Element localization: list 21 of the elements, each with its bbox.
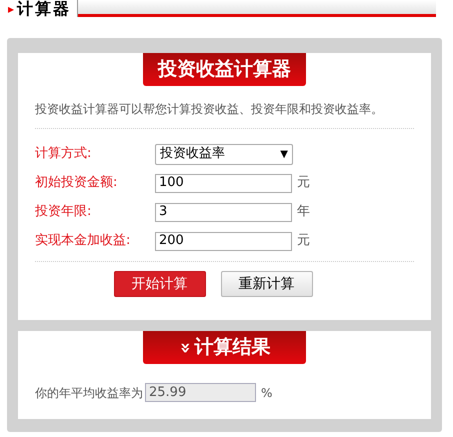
triangle-icon: ▸ [8,2,14,14]
input-field[interactable]: 200 [155,232,292,250]
section-banner: 投资收益计算器 [143,53,306,86]
description: 投资收益计算器可以帮您计算投资收益、投资年限和投资收益率。 [35,100,414,129]
unit-label: 元 [297,174,310,192]
field-label: 实现本金加收益: [35,232,132,250]
field-label: 计算方式: [35,145,92,164]
unit-label: 年 [297,203,310,222]
percent-unit: % [261,384,272,402]
result-label: 你的年平均收益率为 [35,384,143,402]
section-banner: » 计算结果 [143,331,306,364]
input-field[interactable]: 3 [155,202,292,222]
double-chevron-icon: » [176,342,194,354]
field-label: 初始投资金额: [35,174,118,192]
reset-button[interactable]: 重新计算 [220,271,312,297]
input-field[interactable]: 100 [155,174,292,192]
unit-label: 元 [297,232,310,250]
start-button[interactable]: 开始计算 [114,271,206,297]
method-select[interactable]: 投资收益率 ▼ [155,144,293,164]
field-label: 投资年限: [35,203,92,222]
result-field[interactable]: 25.99 [145,383,256,402]
